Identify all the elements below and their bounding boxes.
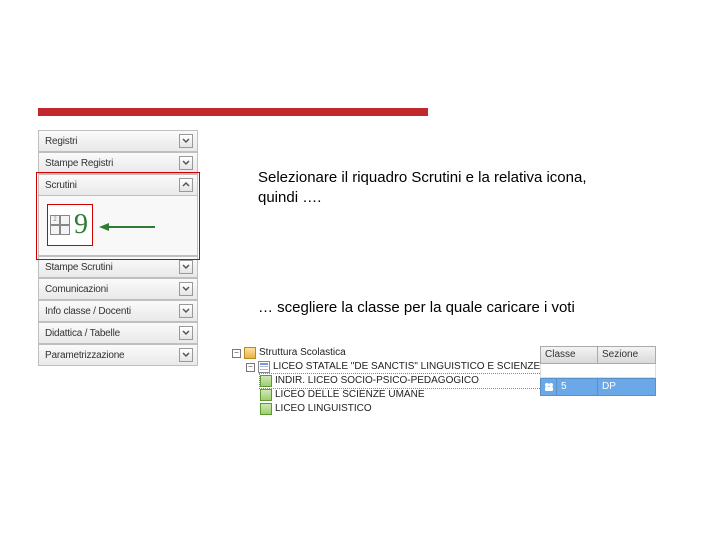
tree-label: INDIR. LICEO SOCIO-PSICO-PEDAGOGICO	[275, 374, 479, 388]
tree-root[interactable]: − Struttura Scolastica	[232, 346, 579, 360]
chevron-up-icon[interactable]	[179, 178, 193, 192]
scrutini-grade-icon[interactable]: 2 9	[47, 204, 93, 246]
panel-label: Parametrizzazione	[45, 350, 124, 361]
panel-scrutini[interactable]: Scrutini	[38, 174, 198, 196]
class-table: Classe Sezione 5 DP	[540, 346, 656, 396]
list-icon	[258, 361, 270, 373]
chevron-down-icon[interactable]	[179, 156, 193, 170]
col-classe[interactable]: Classe	[540, 346, 598, 364]
tree-school[interactable]: − LICEO STATALE "DE SANCTIS" LINGUISTICO…	[246, 360, 579, 374]
chevron-down-icon[interactable]	[179, 326, 193, 340]
sidebar: Registri Stampe Registri Scrutini 2 9	[38, 130, 198, 366]
group-icon	[260, 389, 272, 401]
group-icon	[260, 375, 272, 387]
table-spacer	[540, 364, 656, 378]
col-sezione[interactable]: Sezione	[598, 346, 656, 364]
cell-sezione: DP	[598, 378, 656, 396]
panel-label: Registri	[45, 136, 77, 147]
tree-label: LICEO STATALE "DE SANCTIS" LINGUISTICO E…	[273, 360, 579, 374]
grade-digit: 9	[74, 211, 88, 239]
group-icon	[544, 382, 554, 392]
tree-branch[interactable]: LICEO LINGUISTICO	[260, 402, 579, 416]
panel-label: Stampe Registri	[45, 158, 113, 169]
panel-label: Scrutini	[45, 180, 77, 191]
panel-label: Comunicazioni	[45, 284, 108, 295]
panel-didattica[interactable]: Didattica / Tabelle	[38, 322, 198, 344]
panel-label: Info classe / Docenti	[45, 306, 131, 317]
panel-stampe-registri[interactable]: Stampe Registri	[38, 152, 198, 174]
panel-label: Didattica / Tabelle	[45, 328, 120, 339]
chevron-down-icon[interactable]	[179, 260, 193, 274]
tree-label: Struttura Scolastica	[259, 346, 346, 360]
panel-registri[interactable]: Registri	[38, 130, 198, 152]
row-icon	[540, 378, 556, 396]
collapse-icon[interactable]: −	[232, 349, 241, 358]
instruction-1: Selezionare il riquadro Scrutini e la re…	[258, 168, 618, 207]
panel-scrutini-body: 2 9	[38, 196, 198, 256]
tree-label: LICEO LINGUISTICO	[275, 402, 372, 416]
panel-stampe-scrutini[interactable]: Stampe Scrutini	[38, 256, 198, 278]
tree-label: LICEO DELLE SCIENZE UMANE	[275, 388, 424, 402]
arrow-left-icon	[99, 222, 155, 235]
grid-icon: 2	[50, 215, 70, 235]
collapse-icon[interactable]: −	[246, 363, 255, 372]
chevron-down-icon[interactable]	[179, 304, 193, 318]
chevron-down-icon[interactable]	[179, 348, 193, 362]
tree-branch[interactable]: INDIR. LICEO SOCIO-PSICO-PEDAGOGICO	[260, 374, 579, 388]
panel-parametrizzazione[interactable]: Parametrizzazione	[38, 344, 198, 366]
panel-comunicazioni[interactable]: Comunicazioni	[38, 278, 198, 300]
panel-info-classe[interactable]: Info classe / Docenti	[38, 300, 198, 322]
table-header: Classe Sezione	[540, 346, 656, 364]
group-icon	[260, 403, 272, 415]
table-row[interactable]: 5 DP	[540, 378, 656, 396]
cell-classe: 5	[556, 378, 598, 396]
school-icon	[244, 347, 256, 359]
school-tree: − Struttura Scolastica − LICEO STATALE "…	[232, 346, 579, 416]
accent-bar	[38, 108, 428, 116]
chevron-down-icon[interactable]	[179, 134, 193, 148]
chevron-down-icon[interactable]	[179, 282, 193, 296]
instruction-2: … scegliere la classe per la quale caric…	[258, 298, 638, 318]
tree-branch[interactable]: LICEO DELLE SCIENZE UMANE	[260, 388, 579, 402]
panel-label: Stampe Scrutini	[45, 262, 113, 273]
